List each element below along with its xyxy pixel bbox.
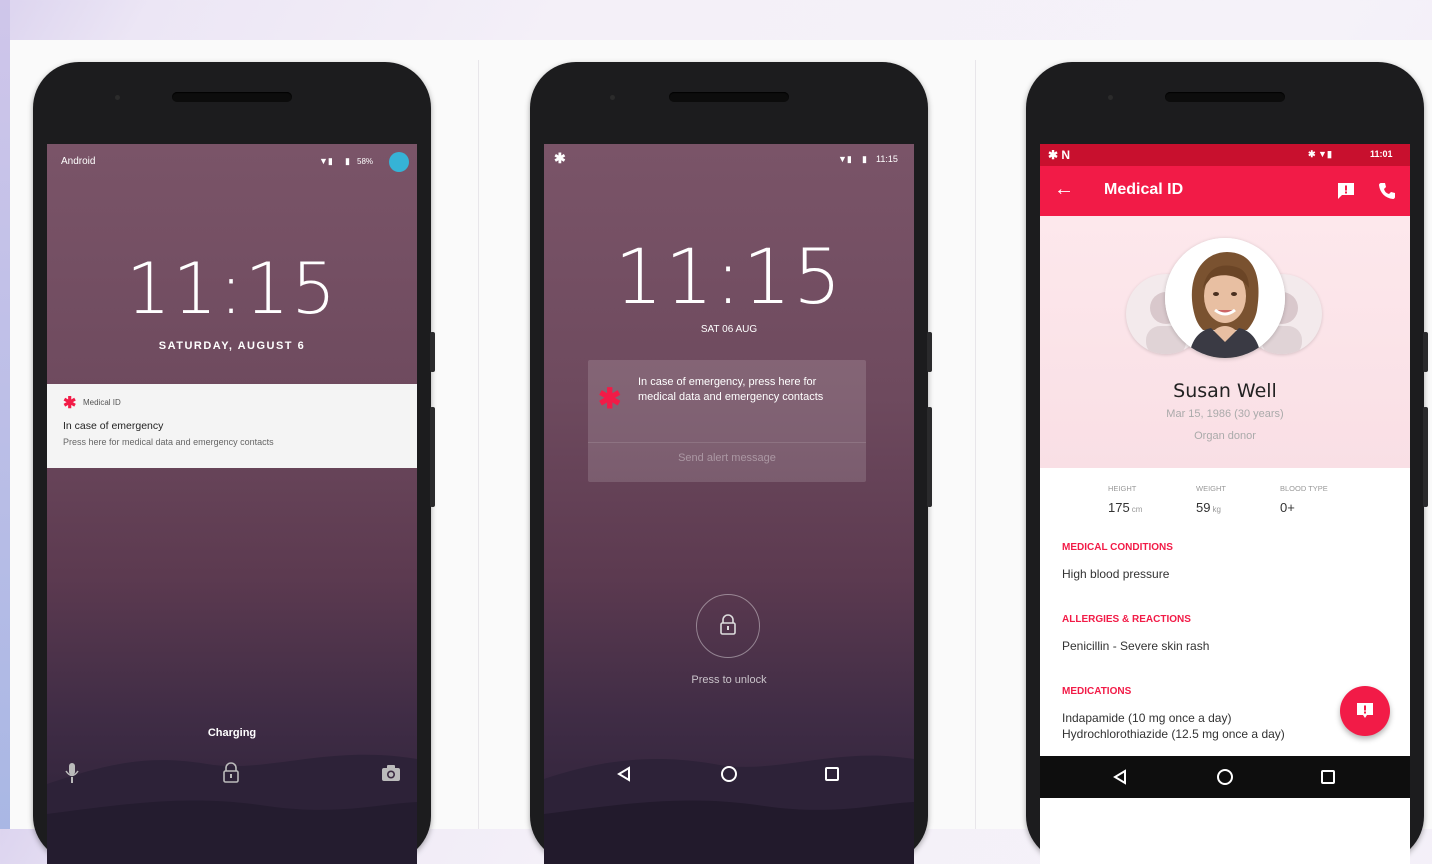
section-title-medications: MEDICATIONS <box>1062 686 1132 697</box>
battery-icon: ▮ <box>345 156 350 166</box>
home-icon[interactable] <box>720 765 738 783</box>
emergency-card[interactable]: ✱ In case of emergency, press here for m… <box>588 360 866 482</box>
allergy-item: Penicillin - Severe skin rash <box>1062 639 1210 653</box>
height-label: HEIGHT <box>1108 484 1137 493</box>
patient-name: Susan Well <box>1173 380 1277 402</box>
section-title-allergies: ALLERGIES & REACTIONS <box>1062 614 1191 625</box>
mountain-silhouette <box>47 754 417 864</box>
earpiece-speaker <box>669 92 789 102</box>
recents-icon[interactable] <box>1320 769 1336 785</box>
app-title: Medical ID <box>1104 181 1184 198</box>
medical-star-icon: ✱ <box>554 150 566 166</box>
front-camera <box>610 95 615 100</box>
height-value: 175 cm <box>1108 500 1143 515</box>
emergency-message: In case of emergency, press here for med… <box>638 376 824 403</box>
medical-id-notification[interactable]: ✱ Medical ID In case of emergency Press … <box>47 384 417 468</box>
birth-date: Mar 15, 1986 (30 years) <box>1166 408 1284 420</box>
signal-icon: ▼▮ <box>319 156 333 166</box>
organ-donor: Organ donor <box>1194 430 1256 442</box>
lock-date: SATURDAY, AUGUST 6 <box>158 340 306 352</box>
notification-app-name: Medical ID <box>83 398 121 407</box>
front-camera <box>115 95 120 100</box>
status-bar: ✱ N ✱ ▼▮ 11:01 <box>1040 144 1410 166</box>
background-edge <box>0 0 10 829</box>
signal-icon: ▼▮ <box>838 154 852 164</box>
phone-ambient-lockscreen: ✱ ▼▮ ▮ 11:15 11:15 SAT 06 AUG ✱ In case … <box>530 62 932 864</box>
phone-medical-id: ✱ N ✱ ▼▮ 11:01 ← Medical ID Susan Well M… <box>1026 62 1428 864</box>
user-avatar-icon[interactable] <box>389 152 409 172</box>
medication-item: Indapamide (10 mg once a day) <box>1062 711 1232 725</box>
charging-label: Charging <box>207 727 257 739</box>
status-time: 11:15 <box>876 154 898 164</box>
volume-button <box>1423 407 1428 507</box>
back-icon[interactable] <box>1112 769 1128 785</box>
home-icon[interactable] <box>1216 768 1234 786</box>
blood-type-label: BLOOD TYPE <box>1280 484 1328 493</box>
battery-icon: ▮ <box>862 154 867 164</box>
status-time: 11:01 <box>1370 149 1393 159</box>
weight-label: WEIGHT <box>1196 484 1226 493</box>
blood-type-value: 0+ <box>1280 500 1295 515</box>
navigation-bar <box>1040 756 1410 798</box>
status-bar: Android ▼▮ ▮ 58% <box>47 144 417 172</box>
medical-star-icon: ✱ <box>63 395 77 412</box>
lock-icon[interactable] <box>222 762 240 784</box>
section-title-conditions: MEDICAL CONDITIONS <box>1062 542 1173 553</box>
lockscreen: Android ▼▮ ▮ 58% 11:15 SATURDAY, AUGUST … <box>47 144 417 864</box>
recents-icon[interactable] <box>824 766 840 782</box>
power-button <box>430 332 435 372</box>
phone-call-icon[interactable] <box>1378 182 1396 200</box>
unlock-button[interactable] <box>696 594 760 658</box>
navigation-bar <box>544 750 914 800</box>
notification-text: Press here for medical data and emergenc… <box>63 437 274 447</box>
lock-icon <box>720 614 736 635</box>
back-arrow-icon[interactable]: ← <box>1054 178 1074 201</box>
card-divider <box>588 442 866 443</box>
lock-clock: 11:15 <box>126 248 338 330</box>
medical-star-icon: ✱ <box>598 383 622 414</box>
volume-button <box>927 407 932 507</box>
weight-value: 59 kg <box>1196 500 1221 515</box>
front-camera <box>1108 95 1113 100</box>
app-bar: ← Medical ID <box>1040 166 1410 216</box>
profile-photo[interactable] <box>1165 238 1285 358</box>
power-button <box>1423 332 1428 372</box>
status-bar: ✱ ▼▮ ▮ 11:15 <box>544 144 914 168</box>
profile-header: Susan Well Mar 15, 1986 (30 years) Organ… <box>1040 216 1410 468</box>
back-icon[interactable] <box>616 766 632 782</box>
volume-button <box>430 407 435 507</box>
alert-message-icon <box>1357 703 1373 718</box>
phone-lockscreen-notification: Android ▼▮ ▮ 58% 11:15 SATURDAY, AUGUST … <box>33 62 435 864</box>
send-alert-button[interactable]: Send alert message <box>588 452 866 464</box>
condition-item: High blood pressure <box>1062 567 1170 581</box>
panel-divider <box>975 60 976 829</box>
lock-date: SAT 06 AUG <box>700 324 758 335</box>
lock-clock: 11:15 <box>614 232 844 321</box>
camera-icon[interactable] <box>381 764 401 782</box>
alert-fab-button[interactable] <box>1340 686 1390 736</box>
unlock-hint: Press to unlock <box>691 674 767 686</box>
microphone-icon[interactable] <box>65 762 79 784</box>
lockscreen: ✱ ▼▮ ▮ 11:15 11:15 SAT 06 AUG ✱ In case … <box>544 144 914 864</box>
carrier-label: Android <box>61 156 96 167</box>
power-button <box>927 332 932 372</box>
signal-icon: ✱ ▼▮ <box>1308 149 1332 159</box>
battery-percent: 58% <box>357 157 374 166</box>
earpiece-speaker <box>1165 92 1285 102</box>
medical-star-icon: ✱ N <box>1048 148 1071 162</box>
message-icon[interactable] <box>1337 182 1355 200</box>
medication-item: Hydrochlorothiazide (12.5 mg once a day) <box>1062 727 1285 741</box>
panel-divider <box>478 60 479 829</box>
medical-id-screen: ✱ N ✱ ▼▮ 11:01 ← Medical ID Susan Well M… <box>1040 144 1410 864</box>
notification-title: In case of emergency <box>63 420 164 432</box>
earpiece-speaker <box>172 92 292 102</box>
